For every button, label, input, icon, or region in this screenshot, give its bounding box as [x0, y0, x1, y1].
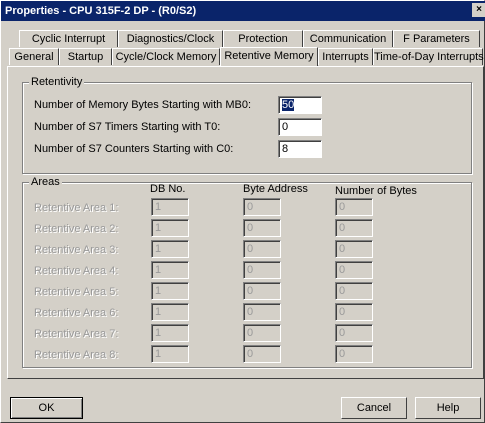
- retentive-area-6-label: Retentive Area 6:: [34, 307, 119, 319]
- retentive-area-5-label: Retentive Area 5:: [34, 286, 119, 298]
- retentive-area-1-bytes-input[interactable]: 0: [335, 198, 373, 216]
- retentive-area-8-address-input[interactable]: 0: [243, 345, 281, 363]
- tab-retentive-memory[interactable]: Retentive Memory: [220, 47, 318, 66]
- retentive-area-2-db-input[interactable]: 1: [151, 219, 189, 237]
- tab-panel-retentive-memory: Retentivity Number of Memory Bytes Start…: [7, 66, 484, 379]
- tab-cycle-clock-memory[interactable]: Cycle/Clock Memory: [112, 48, 220, 65]
- close-button[interactable]: ×: [472, 3, 485, 17]
- retentive-area-6-db-input[interactable]: 1: [151, 303, 189, 321]
- retentive-area-2-bytes-input[interactable]: 0: [335, 219, 373, 237]
- tab-f-parameters[interactable]: F Parameters: [393, 30, 480, 47]
- retentive-area-1-db-input[interactable]: 1: [151, 198, 189, 216]
- retentive-area-2-address-input[interactable]: 0: [243, 219, 281, 237]
- retentive-area-3-address-input[interactable]: 0: [243, 240, 281, 258]
- timers-label: Number of S7 Timers Starting with T0:: [34, 121, 221, 133]
- retentive-area-4-db-input[interactable]: 1: [151, 261, 189, 279]
- memory-bytes-input[interactable]: 50: [278, 96, 322, 114]
- retentive-area-1-address-input[interactable]: 0: [243, 198, 281, 216]
- tab-protection[interactable]: Protection: [223, 30, 303, 47]
- timers-input[interactable]: 0: [278, 118, 322, 136]
- ok-button[interactable]: OK: [10, 397, 83, 419]
- help-button[interactable]: Help: [415, 397, 481, 419]
- retentive-area-1-label: Retentive Area 1:: [34, 202, 119, 214]
- retentive-area-3-bytes-input[interactable]: 0: [335, 240, 373, 258]
- retentivity-group-title: Retentivity: [29, 75, 85, 89]
- retentive-area-4-label: Retentive Area 4:: [34, 265, 119, 277]
- window-title: Properties - CPU 315F-2 DP - (R0/S2): [5, 5, 197, 17]
- retentive-area-3-db-input[interactable]: 1: [151, 240, 189, 258]
- retentive-area-8-label: Retentive Area 8:: [34, 349, 119, 361]
- tab-cyclic-interrupt[interactable]: Cyclic Interrupt: [19, 30, 118, 47]
- tab-time-of-day-interrupts[interactable]: Time-of-Day Interrupts: [373, 48, 484, 65]
- retentive-area-8-bytes-input[interactable]: 0: [335, 345, 373, 363]
- tab-diagnostics-clock[interactable]: Diagnostics/Clock: [118, 30, 223, 47]
- memory-bytes-label: Number of Memory Bytes Starting with MB0…: [34, 99, 252, 111]
- areas-group-title: Areas: [29, 175, 62, 189]
- cancel-button[interactable]: Cancel: [341, 397, 407, 419]
- db-no-header: DB No.: [150, 183, 186, 195]
- retentive-area-6-address-input[interactable]: 0: [243, 303, 281, 321]
- retentive-area-4-bytes-input[interactable]: 0: [335, 261, 373, 279]
- retentive-area-4-address-input[interactable]: 0: [243, 261, 281, 279]
- tab-interrupts[interactable]: Interrupts: [318, 48, 373, 65]
- properties-dialog: Properties - CPU 315F-2 DP - (R0/S2) × C…: [0, 0, 485, 423]
- byte-address-header: Byte Address: [243, 183, 308, 195]
- areas-group: Areas DB No. Byte Address Number of Byte…: [22, 175, 472, 368]
- retentive-area-7-label: Retentive Area 7:: [34, 328, 119, 340]
- retentive-area-2-label: Retentive Area 2:: [34, 223, 119, 235]
- counters-input[interactable]: 8: [278, 140, 322, 158]
- number-of-bytes-header: Number of Bytes: [335, 185, 417, 197]
- retentive-area-5-address-input[interactable]: 0: [243, 282, 281, 300]
- retentive-area-6-bytes-input[interactable]: 0: [335, 303, 373, 321]
- retentive-area-7-bytes-input[interactable]: 0: [335, 324, 373, 342]
- tab-communication[interactable]: Communication: [303, 30, 393, 47]
- retentive-area-5-bytes-input[interactable]: 0: [335, 282, 373, 300]
- tab-startup[interactable]: Startup: [59, 48, 112, 65]
- tab-general[interactable]: General: [9, 48, 59, 65]
- retentive-area-5-db-input[interactable]: 1: [151, 282, 189, 300]
- title-bar[interactable]: Properties - CPU 315F-2 DP - (R0/S2) ×: [1, 1, 485, 21]
- retentive-area-8-db-input[interactable]: 1: [151, 345, 189, 363]
- memory-bytes-value: 50: [282, 99, 295, 111]
- counters-label: Number of S7 Counters Starting with C0:: [34, 143, 234, 155]
- retentive-area-7-address-input[interactable]: 0: [243, 324, 281, 342]
- retentive-area-3-label: Retentive Area 3:: [34, 244, 119, 256]
- retentivity-group: Retentivity Number of Memory Bytes Start…: [22, 75, 472, 174]
- retentive-area-7-db-input[interactable]: 1: [151, 324, 189, 342]
